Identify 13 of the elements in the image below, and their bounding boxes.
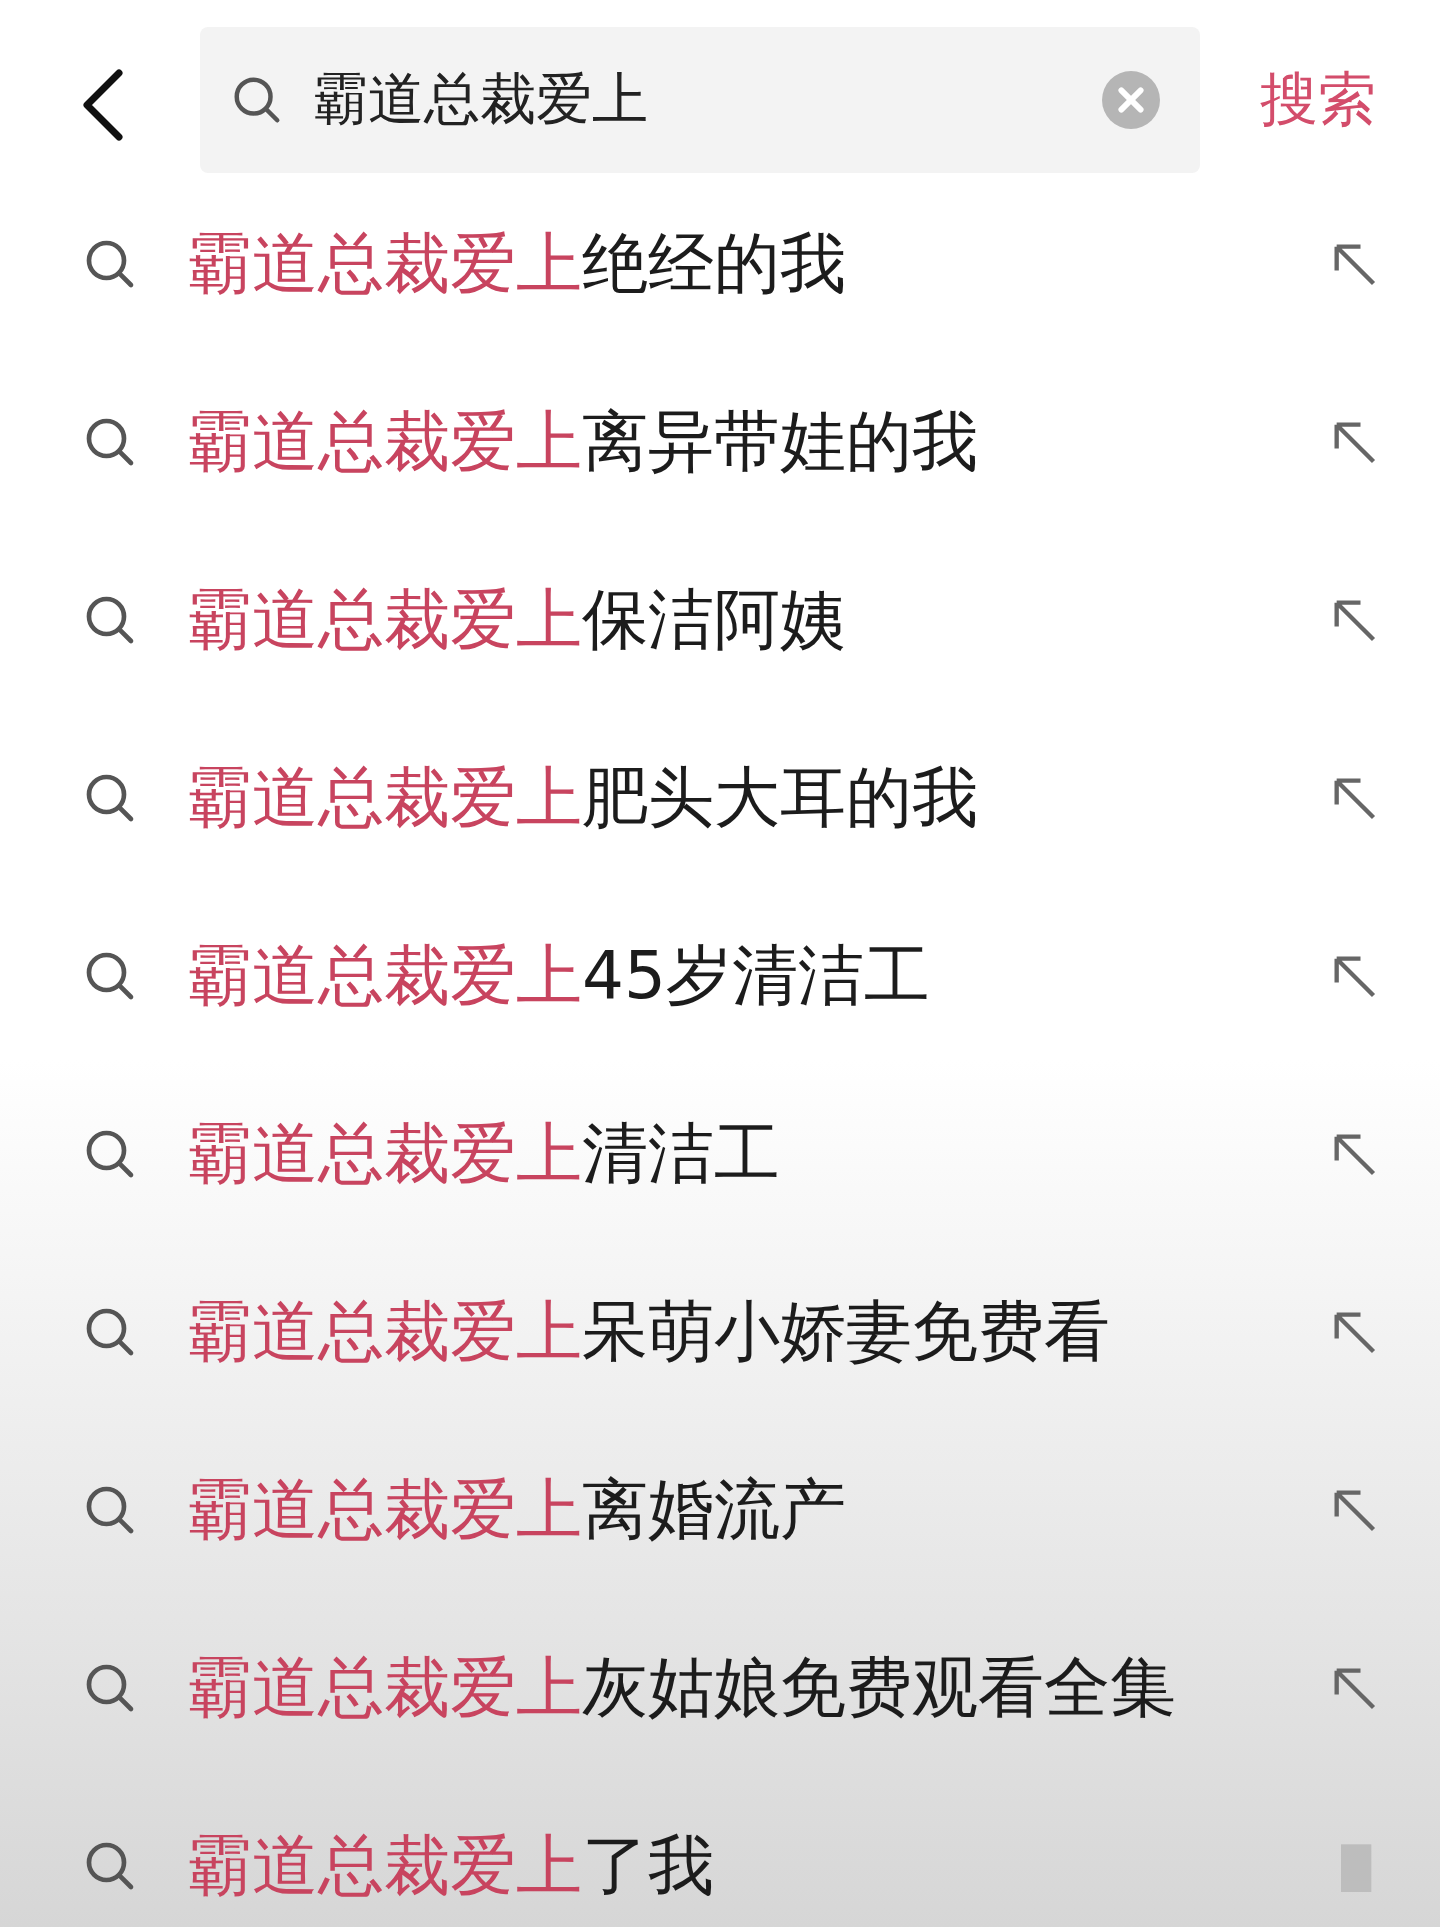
suggestion-text[interactable]: 霸道总裁爱上45岁清洁工 [186, 931, 1328, 1021]
suggestion-text[interactable]: 霸道总裁爱上绝经的我 [186, 219, 1328, 309]
suggestion-text[interactable]: 霸道总裁爱上离异带娃的我 [186, 397, 1328, 487]
search-query: 霸道总裁爱上 [312, 65, 649, 133]
search-button[interactable]: 搜索 [1260, 61, 1376, 139]
suggestion-text[interactable]: 霸道总裁爱上离婚流产 [186, 1465, 1328, 1555]
suggestion-text[interactable]: 霸道总裁爱上了我 [186, 1821, 1328, 1911]
suggestion-text[interactable]: 霸道总裁爱上呆萌小娇妻免费看 [186, 1287, 1328, 1377]
suggestion-text[interactable]: 霸道总裁爱上肥头大耳的我 [186, 753, 1328, 843]
suggestion-text[interactable]: 霸道总裁爱上保洁阿姨 [186, 575, 1328, 665]
suggestion-text[interactable]: 霸道总裁爱上清洁工 [186, 1109, 1328, 1199]
suggestion-text[interactable]: 霸道总裁爱上灰姑娘免费观看全集 [186, 1643, 1328, 1733]
search-field[interactable]: 霸道总裁爱上 [200, 27, 1200, 173]
